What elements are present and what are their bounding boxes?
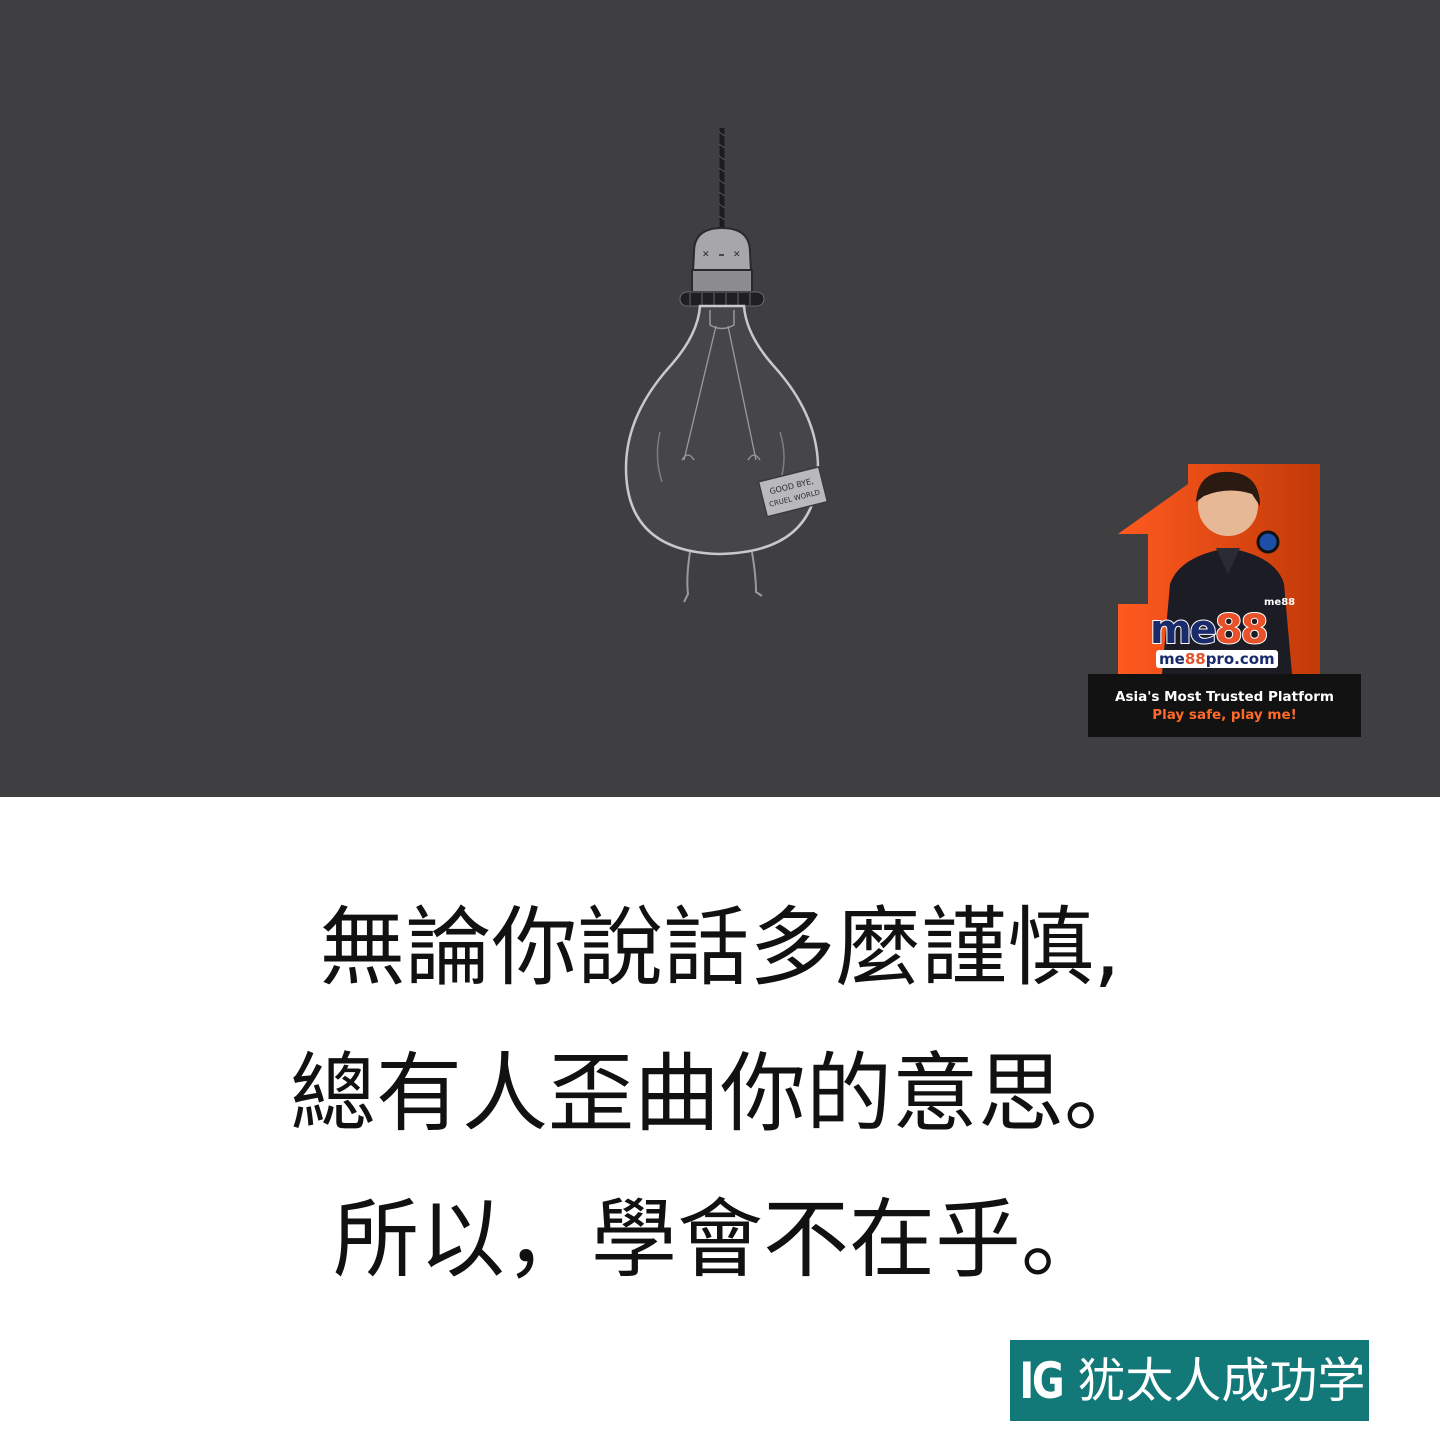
hanging-light-bulb-illustration: ✕ ✕ GOOD BYE, CRUEL WORLD (624, 128, 829, 603)
bulb-glass (624, 304, 820, 556)
ig-account-badge: IG 犹太人成功学 (1010, 1340, 1369, 1421)
ad-url-suffix: pro.com (1205, 650, 1275, 668)
bulb-socket: ✕ ✕ (679, 226, 765, 307)
svg-text:✕: ✕ (702, 250, 710, 260)
quote-line-2: 總有人歪曲你的意思。 (290, 1044, 1150, 1144)
svg-text:✕: ✕ (733, 250, 741, 260)
ad-tagline: Asia's Most Trusted Platform (1115, 688, 1334, 705)
ad-url-accent: 88 (1184, 650, 1206, 668)
bulb-legs (683, 551, 763, 603)
quote-block: 無論你說話多麼謹慎, 總有人歪曲你的意思。 所以，學會不在乎。 (0, 905, 1440, 1343)
ad-mini-logo: me88 (1264, 597, 1296, 608)
ig-mark: IG (1019, 1351, 1064, 1410)
quote-line-3: 所以，學會不在乎。 (333, 1190, 1107, 1290)
ad-slogan: Play safe, play me! (1152, 706, 1297, 723)
ad-brand-logo: me88 (1149, 607, 1270, 653)
ad-url[interactable]: me88pro.com (1156, 650, 1278, 668)
ig-account-name: 犹太人成功学 (1077, 1352, 1366, 1409)
ad-brand-suffix: 88 (1214, 607, 1270, 653)
illustration-panel: ✕ ✕ GOOD BYE, CRUEL WORLD me88 me88 me88… (0, 0, 1440, 797)
ad-banner[interactable]: Asia's Most Trusted Platform Play safe, … (1088, 674, 1361, 737)
quote-line-1: 無論你說話多麼謹慎, (319, 898, 1121, 998)
ad-brand-prefix: me (1149, 607, 1218, 653)
me88-advertisement[interactable]: me88 me88 me88pro.com Asia's Most Truste… (1088, 464, 1361, 737)
ad-url-prefix: me (1159, 650, 1185, 668)
bulb-cord (718, 128, 726, 232)
